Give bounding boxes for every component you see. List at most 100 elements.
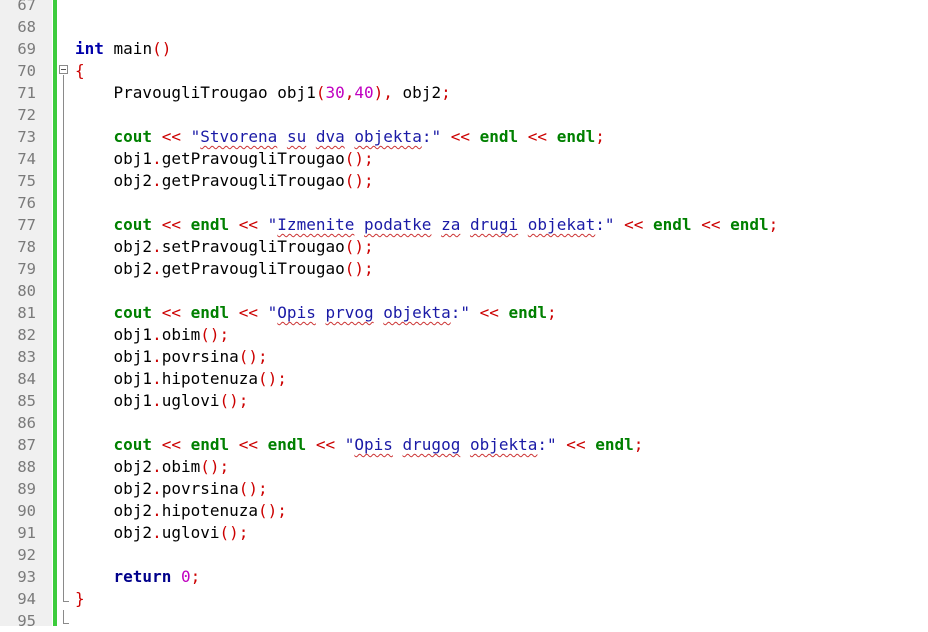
code-token: cout xyxy=(113,215,153,234)
fold-guide-line xyxy=(58,192,72,214)
code-token: << xyxy=(229,215,268,234)
code-text[interactable]: obj2.obim(); xyxy=(75,456,230,478)
code-line[interactable]: 72 xyxy=(0,104,928,126)
code-text[interactable]: cout << endl << "Opis prvog objekta:" <<… xyxy=(75,302,557,324)
code-line[interactable]: 93 return 0; xyxy=(0,566,928,588)
code-text[interactable]: } xyxy=(75,588,85,610)
code-line[interactable]: 77 cout << endl << "Izmenite podatke za … xyxy=(0,214,928,236)
code-token: 30 xyxy=(325,83,345,102)
code-token: objekta xyxy=(354,127,422,146)
fold-guide-line xyxy=(58,214,72,236)
code-text[interactable]: obj2.hipotenuza(); xyxy=(75,500,287,522)
line-number: 86 xyxy=(17,414,36,432)
code-text[interactable]: obj2.uglovi(); xyxy=(75,522,249,544)
code-token: povrsina xyxy=(161,347,239,366)
code-line[interactable]: 83 obj1.povrsina(); xyxy=(0,346,928,368)
code-line[interactable]: 74 obj1.getPravougliTrougao(); xyxy=(0,148,928,170)
code-line[interactable]: 89 obj2.povrsina(); xyxy=(0,478,928,500)
code-token: () xyxy=(152,39,172,58)
code-line[interactable]: 82 obj1.obim(); xyxy=(0,324,928,346)
code-line[interactable]: 81 cout << endl << "Opis prvog objekta:"… xyxy=(0,302,928,324)
code-editor[interactable]: 67 68 69 int main() 70 {71 PravougliTrougao o… xyxy=(0,0,928,632)
code-line[interactable]: 91 obj2.uglovi(); xyxy=(0,522,928,544)
code-token: (); xyxy=(200,325,230,344)
code-token: ; xyxy=(441,83,451,102)
code-line[interactable]: 78 obj2.setPravougliTrougao(); xyxy=(0,236,928,258)
code-line[interactable]: 84 obj1.hipotenuza(); xyxy=(0,368,928,390)
code-token: getPravougliTrougao xyxy=(161,171,345,190)
code-text[interactable]: PravougliTrougao obj1(30,40), obj2; xyxy=(75,82,451,104)
code-line[interactable]: 67 xyxy=(0,0,928,16)
code-text[interactable]: cout << endl << "Izmenite podatke za dru… xyxy=(75,214,779,236)
fold-toggle-icon[interactable] xyxy=(58,60,72,82)
code-token: getPravougliTrougao xyxy=(161,149,345,168)
code-line[interactable]: 90 obj2.hipotenuza(); xyxy=(0,500,928,522)
code-line[interactable]: 76 xyxy=(0,192,928,214)
code-line[interactable]: 71 PravougliTrougao obj1(30,40), obj2; xyxy=(0,82,928,104)
code-token: (); xyxy=(200,457,230,476)
code-token: cout xyxy=(113,303,153,322)
code-text[interactable]: obj1.hipotenuza(); xyxy=(75,368,287,390)
code-text[interactable]: return 0; xyxy=(75,566,201,588)
line-number: 91 xyxy=(17,524,36,542)
code-text[interactable]: obj1.obim(); xyxy=(75,324,230,346)
code-token: obim xyxy=(161,457,201,476)
code-line[interactable]: 94} xyxy=(0,588,928,610)
code-line[interactable]: 87 cout << endl << endl << "Opis drugog … xyxy=(0,434,928,456)
code-token: endl xyxy=(479,127,519,146)
code-token: << xyxy=(614,215,654,234)
code-token: setPravougliTrougao xyxy=(161,237,345,256)
code-line[interactable]: 86 xyxy=(0,412,928,434)
fold-guide-line xyxy=(58,236,72,258)
code-text[interactable]: { xyxy=(75,60,85,82)
code-line[interactable]: 75 obj2.getPravougliTrougao(); xyxy=(0,170,928,192)
line-number: 72 xyxy=(17,106,36,124)
code-text[interactable]: obj1.getPravougliTrougao(); xyxy=(75,148,374,170)
code-token: (); xyxy=(344,171,374,190)
code-line[interactable]: 85 obj1.uglovi(); xyxy=(0,390,928,412)
line-number: 76 xyxy=(17,194,36,212)
code-text[interactable]: cout << "Stvorena su dva objekta:" << en… xyxy=(75,126,605,148)
code-line[interactable]: 68 xyxy=(0,16,928,38)
code-token: ), xyxy=(373,83,393,102)
code-text[interactable]: obj2.povrsina(); xyxy=(75,478,268,500)
fold-guide-line xyxy=(58,258,72,280)
code-line[interactable]: 92 xyxy=(0,544,928,566)
code-token: . xyxy=(152,149,162,168)
fold-end-marker xyxy=(58,610,72,632)
code-line[interactable]: 70 { xyxy=(0,60,928,82)
code-text[interactable]: obj2.setPravougliTrougao(); xyxy=(75,236,374,258)
code-line[interactable]: 80 xyxy=(0,280,928,302)
code-token: obj2 xyxy=(392,83,442,102)
fold-guide-line xyxy=(58,170,72,192)
code-text[interactable]: obj1.povrsina(); xyxy=(75,346,268,368)
code-text[interactable]: obj2.getPravougliTrougao(); xyxy=(75,258,374,280)
code-token: :" xyxy=(450,303,470,322)
code-text[interactable]: int main() xyxy=(75,38,171,60)
line-number: 95 xyxy=(17,612,36,630)
code-token: hipotenuza xyxy=(161,369,259,388)
fold-guide-line xyxy=(58,544,72,566)
line-number: 84 xyxy=(17,370,36,388)
code-line[interactable]: 95 xyxy=(0,610,928,632)
code-line[interactable]: 69 int main() xyxy=(0,38,928,60)
code-token: . xyxy=(152,171,162,190)
code-text[interactable]: obj2.getPravougliTrougao(); xyxy=(75,170,374,192)
code-token: podatke xyxy=(364,215,432,234)
code-token: (); xyxy=(258,501,287,520)
line-number: 81 xyxy=(17,304,36,322)
code-token: << xyxy=(229,435,268,454)
code-token: (); xyxy=(344,259,374,278)
code-text[interactable]: obj1.uglovi(); xyxy=(75,390,249,412)
code-line[interactable]: 73 cout << "Stvorena su dva objekta:" <<… xyxy=(0,126,928,148)
code-line[interactable]: 79 obj2.getPravougliTrougao(); xyxy=(0,258,928,280)
code-token: (); xyxy=(344,237,374,256)
code-line[interactable]: 88 obj2.obim(); xyxy=(0,456,928,478)
code-text[interactable]: cout << endl << endl << "Opis drugog obj… xyxy=(75,434,644,456)
fold-guide-line xyxy=(58,390,72,412)
code-token: objekta xyxy=(383,303,451,322)
